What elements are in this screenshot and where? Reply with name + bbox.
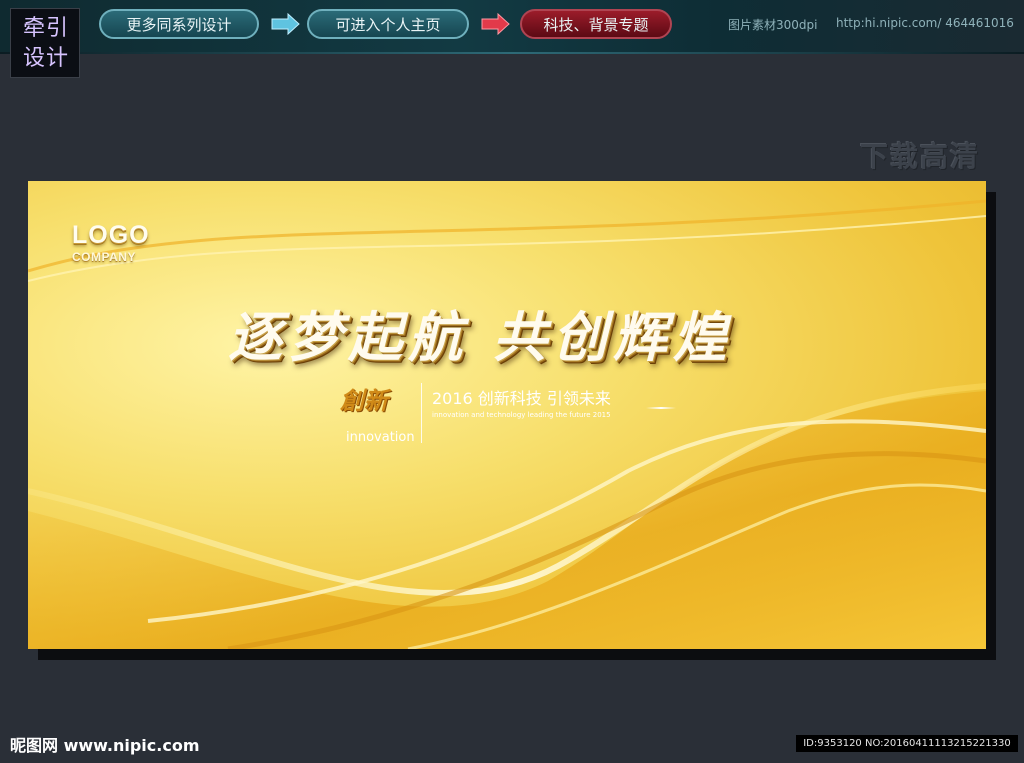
poster-board: LOGO COMPANY 逐梦起航 共创辉煌 創新 innovation 201…	[28, 181, 986, 649]
more-series-button[interactable]: 更多同系列设计	[99, 9, 259, 39]
brand-logo-line2: 设计	[22, 46, 69, 71]
arrow-right-red-icon	[481, 13, 510, 35]
brand-logo-line1: 牵引	[22, 16, 69, 41]
poster-logo: LOGO	[72, 221, 150, 249]
download-hd-watermark: 下载高清	[860, 140, 981, 173]
image-id-label: ID:9353120 NO:20160411113215221330	[796, 735, 1018, 752]
arrow-right-icon	[271, 13, 300, 35]
tagline-divider	[421, 383, 422, 443]
tech-topic-button[interactable]: 科技、背景专题	[520, 9, 672, 39]
brand-logo[interactable]: 牵引 设计	[10, 8, 80, 78]
sparkle-decoration	[646, 407, 676, 409]
author-url[interactable]: http:hi.nipic.com/ 464461016	[836, 16, 1014, 30]
site-watermark: 昵图网 www.nipic.com	[10, 736, 200, 755]
innovation-badge-en: innovation	[346, 430, 415, 445]
poster-headline: 逐梦起航 共创辉煌	[228, 305, 733, 369]
innovation-badge-cn: 創新	[340, 386, 388, 415]
personal-home-button[interactable]: 可进入个人主页	[307, 9, 469, 39]
resolution-info: 图片素材300dpi	[728, 18, 818, 32]
banner-divider	[0, 52, 1024, 54]
poster-company: COMPANY	[72, 250, 136, 264]
tagline-en: innovation and technology leading the fu…	[432, 411, 611, 419]
tagline-cn: 2016 创新科技 引领未来	[432, 389, 611, 408]
